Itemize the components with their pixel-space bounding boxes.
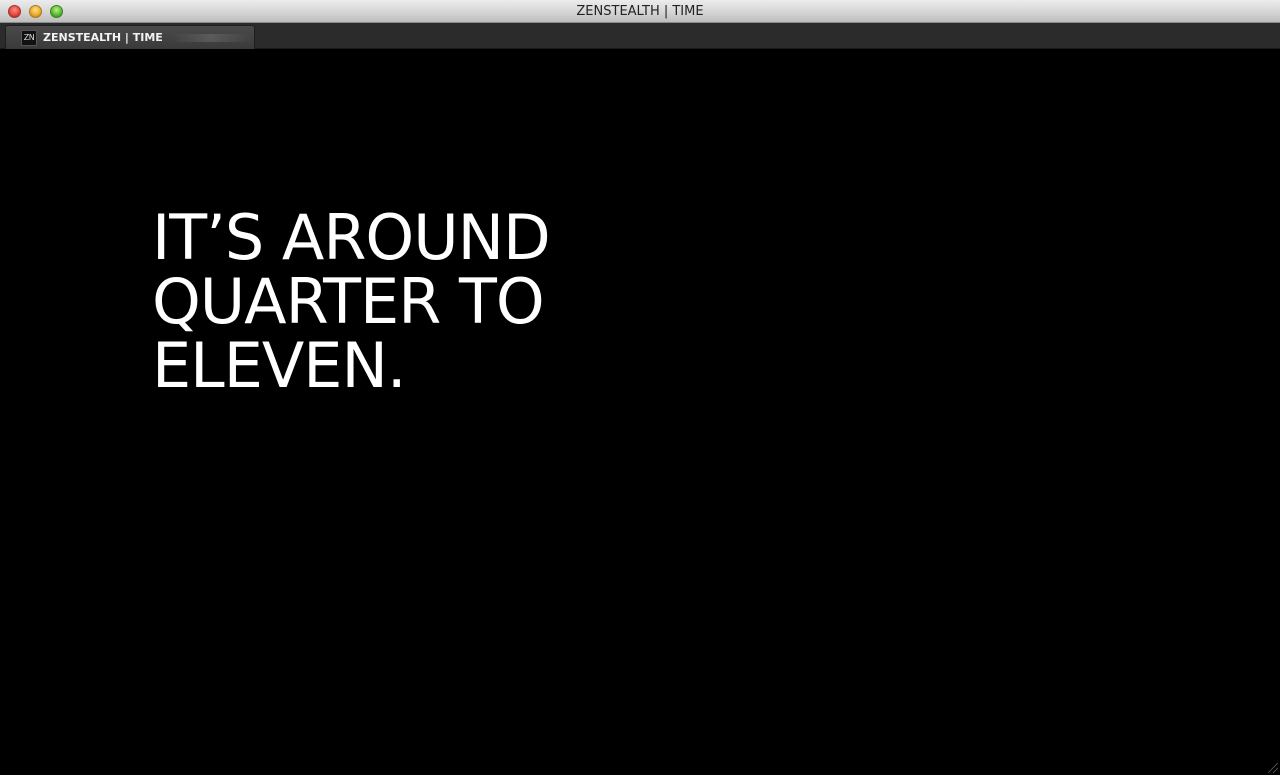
time-phrase: IT’S AROUND QUARTER TO ELEVEN. [152,206,752,398]
page-content: IT’S AROUND QUARTER TO ELEVEN. [0,49,1280,775]
window-title: ZENSTEALTH | TIME [576,4,704,19]
zenstealth-favicon-icon: ZN [21,29,37,46]
maximize-window-icon[interactable] [50,5,63,18]
tab-zenstealth-time[interactable]: ZN ZENSTEALTH | TIME [5,25,255,49]
browser-window: ZENSTEALTH | TIME ZN ZENSTEALTH | TIME I… [0,0,1280,775]
close-window-icon[interactable] [8,5,21,18]
time-line-1: IT’S AROUND [152,201,551,274]
resize-grip-icon[interactable] [1268,763,1278,773]
time-line-3: ELEVEN. [152,329,407,402]
time-line-2: QUARTER TO [152,265,545,338]
tab-url-blur [170,33,251,42]
minimize-window-icon[interactable] [29,5,42,18]
tab-label: ZENSTEALTH | TIME [43,31,163,44]
tab-bar: ZN ZENSTEALTH | TIME [0,23,1280,49]
title-bar[interactable]: ZENSTEALTH | TIME [0,0,1280,23]
